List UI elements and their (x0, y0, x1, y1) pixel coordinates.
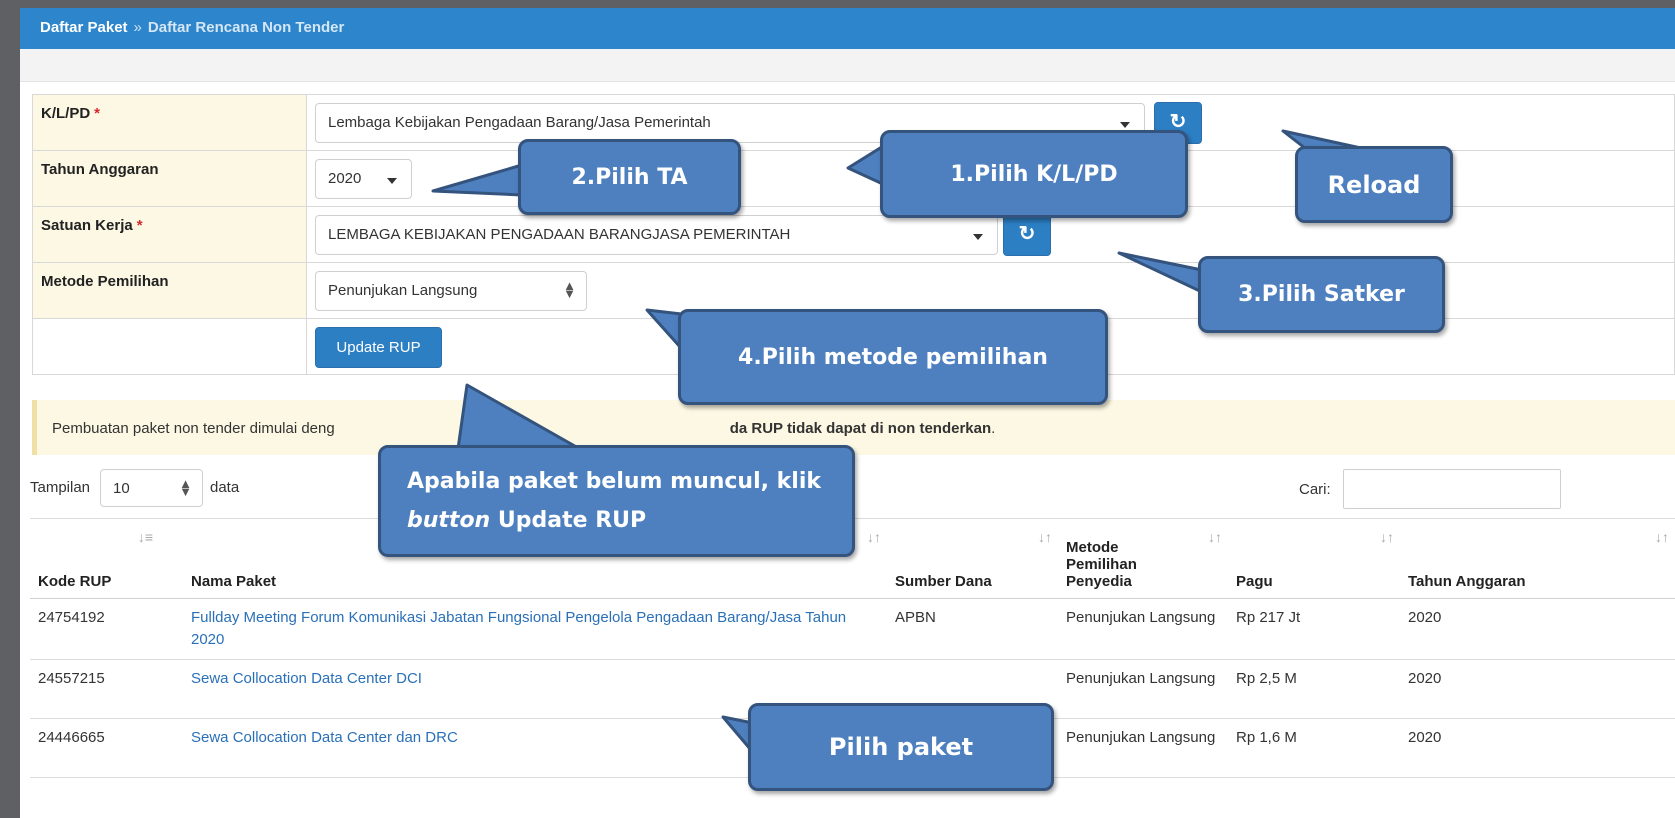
paket-link[interactable]: Fullday Meeting Forum Komunikasi Jabatan… (191, 609, 846, 648)
klpd-label: K/L/PD * (32, 94, 307, 151)
header-kode-rup[interactable]: ↓≡ Kode RUP (30, 518, 183, 599)
callout-update-rup: Apabila paket belum muncul, klik button … (378, 445, 855, 557)
callout-reload: Reload (1295, 146, 1453, 223)
refresh-icon: ↻ (1018, 223, 1036, 245)
table-row[interactable]: 24754192 Fullday Meeting Forum Komunikas… (30, 598, 1675, 660)
sort-icon: ↓↑ (1380, 529, 1394, 545)
callout-update-italic: button (407, 508, 491, 533)
tahun-select-value: 2020 (328, 170, 362, 187)
paket-link[interactable]: Sewa Collocation Data Center DCI (191, 670, 422, 687)
chevron-down-icon (1120, 122, 1130, 128)
metode-cell: Penunjukan Langsung (1058, 718, 1228, 778)
tahun-select[interactable]: 2020 (315, 159, 412, 199)
callout-update-line2: button Update RUP (407, 508, 646, 533)
tahun-cell: 2020 (1400, 598, 1675, 660)
satker-reload-button[interactable]: ↻ (1003, 214, 1051, 256)
callout-pilih-metode: 4.Pilih metode pemilihan (678, 309, 1108, 405)
header-pagu[interactable]: ↓↑ Pagu (1228, 518, 1400, 599)
breadcrumb-separator: » (133, 19, 142, 36)
tahun-cell: 2020 (1400, 718, 1675, 778)
tahun-cell: 2020 (1400, 659, 1675, 719)
metode-cell: Penunjukan Langsung (1058, 659, 1228, 719)
notice-text-start: Pembuatan paket non tender dimulai deng (52, 420, 335, 437)
header-sumber-dana[interactable]: ↓↑ Sumber Dana (887, 518, 1058, 599)
metode-select[interactable]: Penunjukan Langsung ▲ ▼ (315, 271, 587, 311)
sort-desc-icon: ↓≡ (137, 529, 153, 545)
show-label: Tampilan (30, 479, 91, 496)
pagu-cell: Rp 2,5 M (1228, 659, 1400, 719)
sort-icon: ↓↑ (1655, 529, 1669, 545)
callout-pilih-klpd: 1.Pilih K/L/PD (880, 130, 1188, 218)
kode-rup-cell: 24557215 (30, 659, 183, 719)
satker-select-value: LEMBAGA KEBIJAKAN PENGADAAN BARANGJASA P… (328, 226, 791, 243)
metode-cell: Penunjukan Langsung (1058, 598, 1228, 660)
required-mark: * (136, 217, 143, 234)
header-tahun-anggaran[interactable]: ↓↑ Tahun Anggaran (1400, 518, 1675, 599)
paket-link[interactable]: Sewa Collocation Data Center dan DRC (191, 729, 458, 746)
search-label: Cari: (1299, 481, 1331, 498)
kode-rup-cell: 24446665 (30, 718, 183, 778)
sort-icon: ↓↑ (1208, 529, 1222, 545)
chevron-down-icon (973, 234, 983, 240)
metode-select-value: Penunjukan Langsung (328, 282, 478, 299)
page-length-value: 10 (113, 480, 130, 497)
pagu-cell: Rp 217 Jt (1228, 598, 1400, 660)
callout-update-line1: Apabila paket belum muncul, klik (407, 469, 821, 494)
app-window: Daftar Paket » Daftar Rencana Non Tender K… (20, 8, 1675, 818)
sort-icon: ↓↑ (1038, 529, 1052, 545)
notice-text-bold: da RUP tidak dapat di non tenderkan (729, 420, 992, 437)
page-length-select[interactable]: 10 ▲ ▼ (100, 469, 203, 507)
klpd-select-value: Lembaga Kebijakan Pengadaan Barang/Jasa … (328, 114, 711, 131)
callout-pilih-paket: Pilih paket (748, 703, 1054, 791)
toolbar-strip (20, 49, 1675, 82)
satker-select[interactable]: LEMBAGA KEBIJAKAN PENGADAAN BARANGJASA P… (315, 215, 998, 255)
callout-pilih-ta: 2.Pilih TA (518, 139, 741, 215)
pagu-cell: Rp 1,6 M (1228, 718, 1400, 778)
sumber-dana-cell: APBN (887, 598, 1058, 660)
metode-label: Metode Pemilihan (32, 262, 307, 319)
sort-updown-icon: ▲ ▼ (179, 476, 192, 499)
sort-icon: ↓↑ (867, 529, 881, 545)
breadcrumb-bar: Daftar Paket » Daftar Rencana Non Tender (20, 8, 1675, 49)
header-metode-pemilihan[interactable]: ↓↑ Metode Pemilihan Penyedia (1058, 518, 1228, 599)
breadcrumb-home-link[interactable]: Daftar Paket (40, 19, 128, 36)
update-rup-button[interactable]: Update RUP (315, 327, 442, 368)
chevron-down-icon (387, 178, 397, 184)
notice-text-end: . (991, 420, 996, 437)
kode-rup-cell: 24754192 (30, 598, 183, 660)
search-input[interactable] (1343, 469, 1561, 509)
breadcrumb-current: Daftar Rencana Non Tender (147, 19, 345, 36)
required-mark: * (94, 105, 101, 122)
tahun-label: Tahun Anggaran (32, 150, 307, 207)
callout-update-rest: Update RUP (490, 508, 647, 533)
breadcrumb: Daftar Paket » Daftar Rencana Non Tender (40, 19, 344, 36)
info-notice: Pembuatan paket non tender dimulai deng d… (32, 400, 1675, 455)
data-label: data (210, 479, 240, 496)
satker-label: Satuan Kerja * (32, 206, 307, 263)
callout-pilih-satker: 3.Pilih Satker (1198, 256, 1445, 333)
empty-label-cell (32, 318, 307, 375)
sort-updown-icon: ▲ ▼ (563, 278, 576, 301)
